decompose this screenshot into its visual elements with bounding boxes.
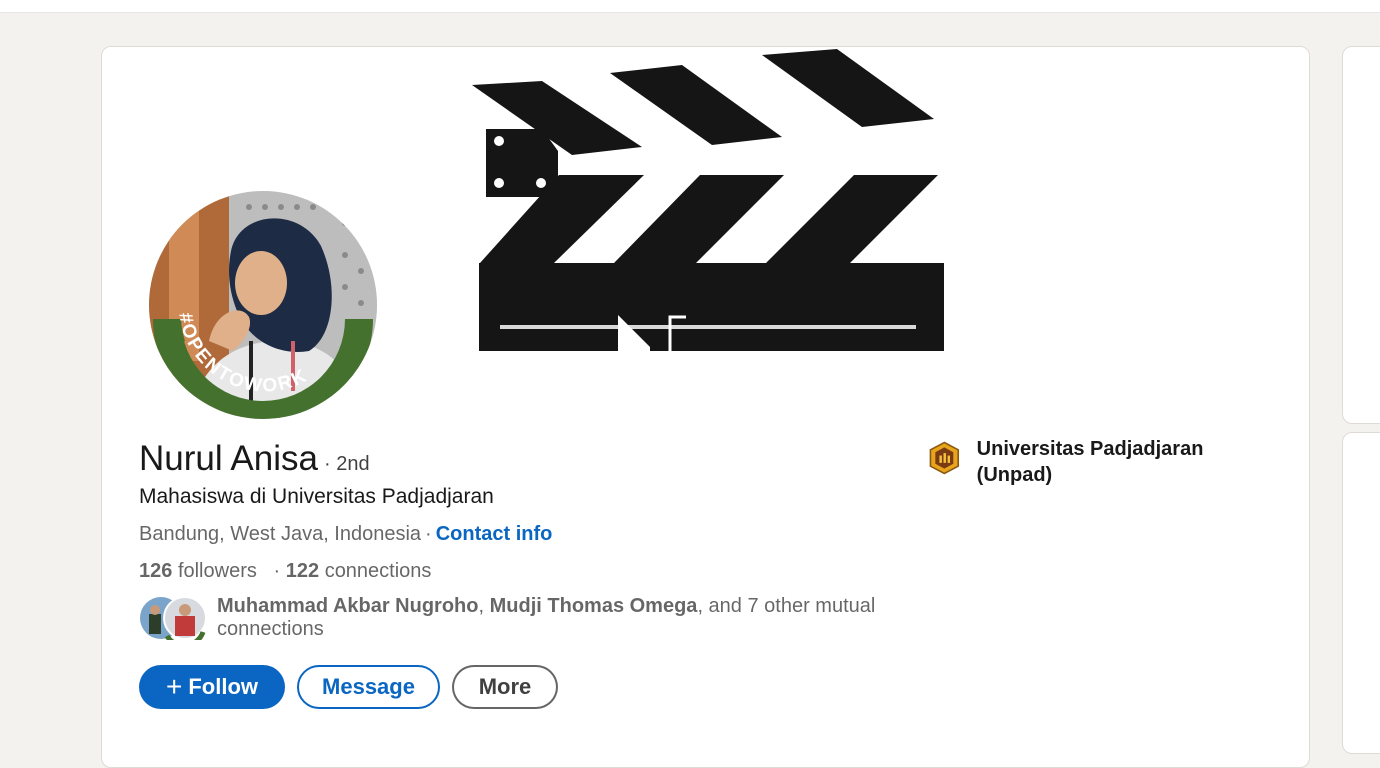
top-navigation-bar bbox=[0, 0, 1380, 13]
profile-headline: Mahasiswa di Universitas Padjadjaran bbox=[139, 485, 494, 508]
profile-actions: + Follow Message More bbox=[139, 665, 899, 709]
profile-photo: #OPENTOWORK bbox=[149, 191, 377, 419]
message-label: Message bbox=[322, 674, 415, 699]
mutual-name-2: Mudji Thomas Omega bbox=[489, 595, 698, 617]
profile-card: #OPENTOWORK Nurul Anisa · 2nd Mahasiswa … bbox=[101, 46, 1310, 768]
network-row: 126 followers · 122 connections bbox=[139, 560, 432, 582]
more-button[interactable]: More bbox=[452, 665, 558, 709]
message-button[interactable]: Message bbox=[297, 665, 440, 709]
connections-count: 122 bbox=[285, 560, 320, 582]
profile-location: Bandung, West Java, Indonesia bbox=[139, 523, 422, 545]
university-logo-icon bbox=[929, 441, 960, 475]
side-panel-card-1 bbox=[1342, 46, 1380, 424]
follow-label: Follow bbox=[188, 674, 258, 699]
profile-avatar[interactable]: #OPENTOWORK bbox=[145, 187, 381, 423]
mutual-avatars bbox=[139, 596, 209, 649]
plus-icon: + bbox=[165, 671, 183, 702]
education-link[interactable]: Universitas Padjadjaran (Unpad) bbox=[928, 436, 1228, 488]
profile-name: Nurul Anisa bbox=[139, 439, 318, 478]
connection-degree: · 2nd bbox=[323, 453, 370, 475]
location-row: Bandung, West Java, Indonesia · Contact in… bbox=[139, 523, 553, 545]
school-name: Universitas Padjadjaran (Unpad) bbox=[976, 438, 1204, 486]
followers-count: 126 bbox=[139, 560, 173, 582]
followers-label[interactable]: followers bbox=[178, 560, 257, 582]
mutual-connections[interactable]: Muhammad Akbar Nugroho, Mudji Thomas Ome… bbox=[139, 595, 899, 649]
profile-info: Nurul Anisa · 2nd Mahasiswa di Universit… bbox=[139, 439, 899, 709]
connections-label[interactable]: connections bbox=[325, 560, 432, 582]
side-panel-card-2 bbox=[1342, 432, 1380, 754]
follow-button[interactable]: + Follow bbox=[139, 665, 285, 709]
mutual-name-1: Muhammad Akbar Nugroho bbox=[217, 595, 479, 617]
more-label: More bbox=[478, 674, 532, 699]
contact-info-link[interactable]: Contact info bbox=[436, 523, 553, 545]
